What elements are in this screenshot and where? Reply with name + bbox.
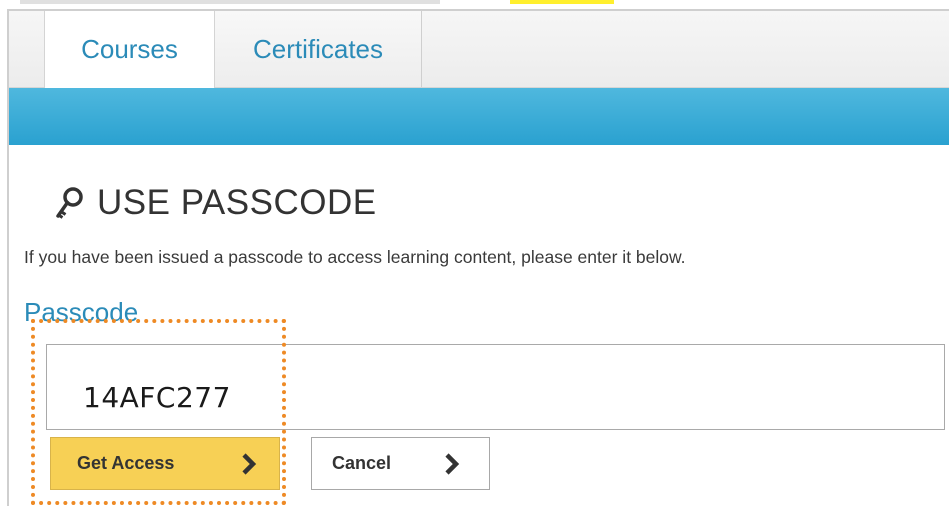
- page-title: USE PASSCODE: [97, 183, 377, 222]
- get-access-label: Get Access: [77, 453, 175, 473]
- cancel-button[interactable]: Cancel: [311, 437, 490, 490]
- tab-certificates[interactable]: Certificates: [215, 11, 422, 87]
- tab-courses-label: Courses: [81, 34, 178, 64]
- tab-certificates-label: Certificates: [252, 33, 384, 64]
- tab-courses[interactable]: Courses: [44, 11, 215, 88]
- passcode-label: Passcode: [24, 297, 139, 327]
- page: Courses Certificates USE PASSCODE If you…: [0, 0, 949, 506]
- clipped-text-line: [20, 0, 440, 4]
- tab-bar: Courses Certificates: [9, 11, 949, 88]
- blue-header-band: [9, 88, 949, 145]
- clipped-highlight-mark: [510, 0, 614, 4]
- chevron-right-icon: [445, 453, 460, 475]
- cancel-label: Cancel: [332, 453, 392, 473]
- key-icon: [56, 187, 83, 219]
- passcode-description: If you have been issued a passcode to ac…: [24, 247, 686, 267]
- passcode-value: 14AFC277: [83, 381, 231, 414]
- get-access-button[interactable]: Get Access: [50, 437, 280, 490]
- app-frame: Courses Certificates USE PASSCODE If you…: [7, 9, 949, 506]
- chevron-right-icon: [242, 453, 257, 475]
- page-heading: USE PASSCODE: [55, 183, 377, 223]
